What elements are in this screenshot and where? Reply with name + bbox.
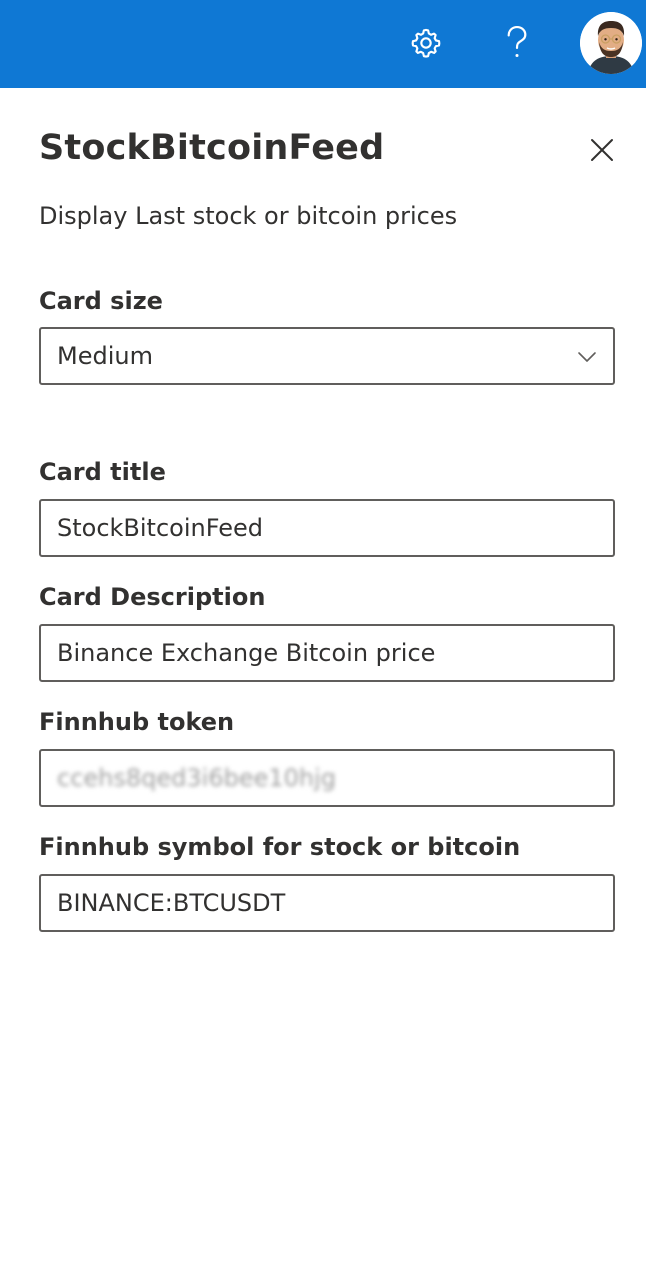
close-button[interactable] [584,132,620,168]
avatar-icon [580,12,642,74]
close-icon [591,139,613,161]
finnhub-symbol-input[interactable]: BINANCE:BTCUSDT [39,874,615,932]
finnhub-symbol-value: BINANCE:BTCUSDT [57,889,286,917]
panel-description: Display Last stock or bitcoin prices [39,202,458,230]
card-description-value: Binance Exchange Bitcoin price [57,639,436,667]
gear-icon [411,28,441,58]
question-icon [507,25,527,57]
card-title-value: StockBitcoinFeed [57,514,263,542]
card-size-label: Card size [39,287,163,315]
card-title-label: Card title [39,458,166,486]
settings-panel: StockBitcoinFeed Display Last stock or b… [0,88,646,1280]
finnhub-token-value: ccehs8qed3i6bee10hjg [57,764,336,792]
settings-button[interactable] [397,14,455,72]
card-size-value: Medium [57,342,153,370]
card-size-dropdown[interactable]: Medium [39,327,615,385]
top-bar [0,0,646,88]
panel-title: StockBitcoinFeed [39,128,385,168]
card-description-input[interactable]: Binance Exchange Bitcoin price [39,624,615,682]
finnhub-token-input[interactable]: ccehs8qed3i6bee10hjg [39,749,615,807]
finnhub-symbol-label: Finnhub symbol for stock or bitcoin [39,833,521,861]
card-description-label: Card Description [39,583,266,611]
help-button[interactable] [488,14,546,72]
chevron-down-icon [578,352,596,362]
finnhub-token-label: Finnhub token [39,708,235,736]
user-avatar[interactable] [580,12,642,74]
card-title-input[interactable]: StockBitcoinFeed [39,499,615,557]
